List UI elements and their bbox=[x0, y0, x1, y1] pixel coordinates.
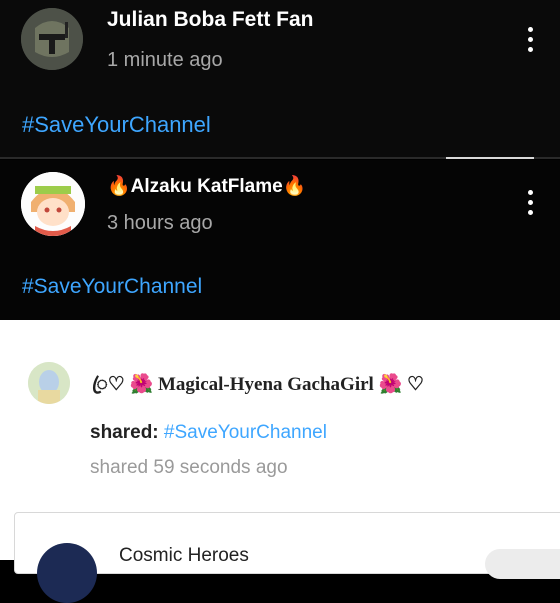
comment-post-2: 🔥Alzaku KatFlame🔥 3 hours ago #SaveYourC… bbox=[0, 160, 560, 320]
card-avatar bbox=[37, 543, 97, 603]
hashtag-link[interactable]: #SaveYourChannel bbox=[22, 112, 211, 138]
more-vertical-icon[interactable] bbox=[528, 190, 534, 220]
timestamp: 1 minute ago bbox=[107, 49, 223, 71]
avatar-gachagirl[interactable] bbox=[28, 362, 70, 404]
timestamp: 3 hours ago bbox=[107, 212, 213, 234]
shared-label: shared: bbox=[90, 422, 159, 443]
author-name[interactable]: 🔥Alzaku KatFlame🔥 bbox=[107, 174, 306, 198]
helmet-icon bbox=[21, 8, 83, 70]
avatar-katflame[interactable] bbox=[21, 172, 85, 236]
anime-avatar-icon bbox=[21, 172, 85, 236]
more-vertical-icon[interactable] bbox=[528, 27, 534, 57]
timestamp: shared 59 seconds ago bbox=[90, 457, 288, 478]
subscribe-pill[interactable] bbox=[485, 549, 560, 579]
shared-line: shared: #SaveYourChannel bbox=[90, 422, 327, 444]
author-name[interactable]: Julian Boba Fett Fan bbox=[107, 8, 314, 32]
avatar-boba-fett[interactable] bbox=[21, 8, 83, 70]
hashtag-link[interactable]: #SaveYourChannel bbox=[22, 275, 202, 299]
comment-post-1: Julian Boba Fett Fan 1 minute ago #SaveY… bbox=[0, 0, 560, 158]
divider bbox=[0, 157, 560, 159]
author-name[interactable]: ꦿ♡ 🌺 Magical-Hyena GachaGirl 🌺 ♡ bbox=[92, 370, 424, 408]
shared-content-card[interactable]: Cosmic Heroes bbox=[14, 512, 560, 603]
card-title[interactable]: Cosmic Heroes bbox=[119, 545, 249, 567]
shared-post: ꦿ♡ 🌺 Magical-Hyena GachaGirl 🌺 ♡ shared:… bbox=[0, 320, 560, 603]
hashtag-link[interactable]: #SaveYourChannel bbox=[164, 422, 327, 443]
character-avatar-icon bbox=[28, 362, 70, 404]
